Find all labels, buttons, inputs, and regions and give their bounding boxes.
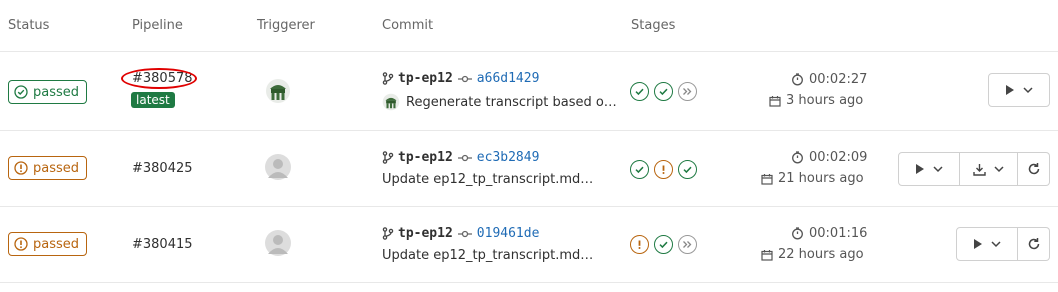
stage-success-icon[interactable] — [630, 82, 649, 101]
finished-time: 3 hours ago — [769, 93, 863, 108]
chevron-down-icon — [933, 165, 943, 172]
table-row: passed #380415 tp-ep12 019461de Update e… — [0, 207, 1058, 283]
stage-success-icon[interactable] — [678, 160, 697, 179]
finished-time: 22 hours ago — [761, 247, 864, 262]
commit-message-text: Regenerate transcript based o… — [406, 94, 617, 110]
commit-message-link[interactable]: Update ep12_tp_transcript.md… — [382, 248, 602, 263]
branch-name-link[interactable]: tp-ep12 — [398, 226, 453, 241]
commit-message-link[interactable]: Update ep12_tp_transcript.md… — [382, 172, 602, 187]
calendar-icon — [761, 173, 773, 185]
status-badge[interactable]: passed — [8, 232, 88, 256]
stage-list — [630, 82, 697, 101]
finished-time-text: 3 hours ago — [786, 93, 864, 108]
commit-ref: tp-ep12 019461de — [382, 226, 539, 241]
commit-icon — [457, 154, 472, 161]
chevron-down-icon — [994, 165, 1004, 172]
download-icon — [973, 163, 986, 176]
play-icon — [916, 164, 924, 174]
duration: 00:02:09 — [791, 150, 867, 165]
status-badge[interactable]: passed — [8, 80, 88, 104]
header-status: Status — [8, 18, 50, 33]
default-avatar-icon — [268, 159, 288, 178]
calendar-icon — [761, 249, 773, 261]
retry-icon — [1028, 163, 1039, 175]
duration-text: 00:02:09 — [809, 150, 868, 165]
commit-icon — [457, 230, 472, 237]
finished-time-text: 21 hours ago — [778, 171, 864, 186]
commit-ref: tp-ep12 ec3b2849 — [382, 150, 539, 165]
retry-icon — [1028, 238, 1039, 250]
duration-text: 00:02:27 — [809, 72, 868, 87]
retry-button[interactable] — [1018, 152, 1050, 186]
header-triggerer: Triggerer — [257, 18, 315, 33]
timer-icon — [792, 151, 803, 164]
branch-icon — [382, 72, 394, 85]
commit-sha-link[interactable]: ec3b2849 — [477, 150, 540, 165]
stage-success-icon[interactable] — [654, 235, 673, 254]
check-circle-icon — [14, 85, 28, 99]
branch-name-link[interactable]: tp-ep12 — [398, 150, 453, 165]
calendar-icon — [769, 95, 781, 107]
stage-warning-icon[interactable] — [630, 235, 649, 254]
status-label: passed — [33, 160, 80, 176]
latest-badge: latest — [131, 92, 175, 108]
status-label: passed — [33, 236, 80, 252]
table-row: passed #380578 latest tp-ep12 a66d1429 R… — [0, 52, 1058, 128]
timer-icon — [792, 73, 803, 86]
chevron-down-icon — [1023, 86, 1033, 93]
warning-circle-icon — [14, 237, 28, 251]
retry-button[interactable] — [1018, 227, 1050, 261]
pipeline-id-link[interactable]: #380415 — [132, 237, 193, 252]
commit-icon — [457, 75, 472, 82]
branch-name-link[interactable]: tp-ep12 — [398, 71, 453, 86]
stage-success-icon[interactable] — [654, 82, 673, 101]
default-avatar-icon — [268, 235, 288, 254]
commit-message-link[interactable]: Regenerate transcript based o… — [382, 93, 622, 111]
avatar[interactable] — [265, 154, 291, 180]
commit-sha-link[interactable]: 019461de — [477, 226, 540, 241]
author-avatar-icon — [382, 93, 400, 111]
run-manual-dropdown-button[interactable] — [988, 73, 1050, 107]
highlight-circle — [121, 68, 197, 89]
commit-message-text: Update ep12_tp_transcript.md… — [382, 248, 594, 263]
run-manual-dropdown-button[interactable] — [898, 152, 960, 186]
stage-skipped-icon[interactable] — [678, 82, 697, 101]
stage-warning-icon[interactable] — [654, 160, 673, 179]
commit-ref: tp-ep12 a66d1429 — [382, 71, 539, 86]
status-label: passed — [33, 84, 80, 100]
pipeline-id-link[interactable]: #380425 — [132, 161, 193, 176]
play-icon — [974, 239, 982, 249]
table-row: passed #380425 tp-ep12 ec3b2849 Update e… — [0, 131, 1058, 207]
stage-list — [630, 235, 697, 254]
commit-message-text: Update ep12_tp_transcript.md… — [382, 172, 594, 187]
duration-text: 00:01:16 — [809, 226, 868, 241]
header-stages: Stages — [631, 18, 676, 33]
download-artifacts-dropdown-button[interactable] — [960, 152, 1018, 186]
chevron-down-icon — [991, 240, 1001, 247]
header-pipeline: Pipeline — [132, 18, 183, 33]
timer-icon — [792, 227, 803, 240]
run-manual-dropdown-button[interactable] — [956, 227, 1018, 261]
finished-time: 21 hours ago — [761, 171, 864, 186]
commit-sha-link[interactable]: a66d1429 — [477, 71, 540, 86]
avatar[interactable] — [265, 78, 291, 104]
branch-icon — [382, 151, 394, 164]
branch-icon — [382, 227, 394, 240]
stage-success-icon[interactable] — [630, 160, 649, 179]
play-icon — [1006, 85, 1014, 95]
stage-skipped-icon[interactable] — [678, 235, 697, 254]
warning-circle-icon — [14, 161, 28, 175]
duration: 00:01:16 — [791, 226, 867, 241]
finished-time-text: 22 hours ago — [778, 247, 864, 262]
duration: 00:02:27 — [791, 72, 867, 87]
header-commit: Commit — [382, 18, 434, 33]
status-badge[interactable]: passed — [8, 156, 88, 180]
stage-list — [630, 160, 697, 179]
user-avatar-icon — [266, 79, 290, 103]
avatar[interactable] — [265, 230, 291, 256]
